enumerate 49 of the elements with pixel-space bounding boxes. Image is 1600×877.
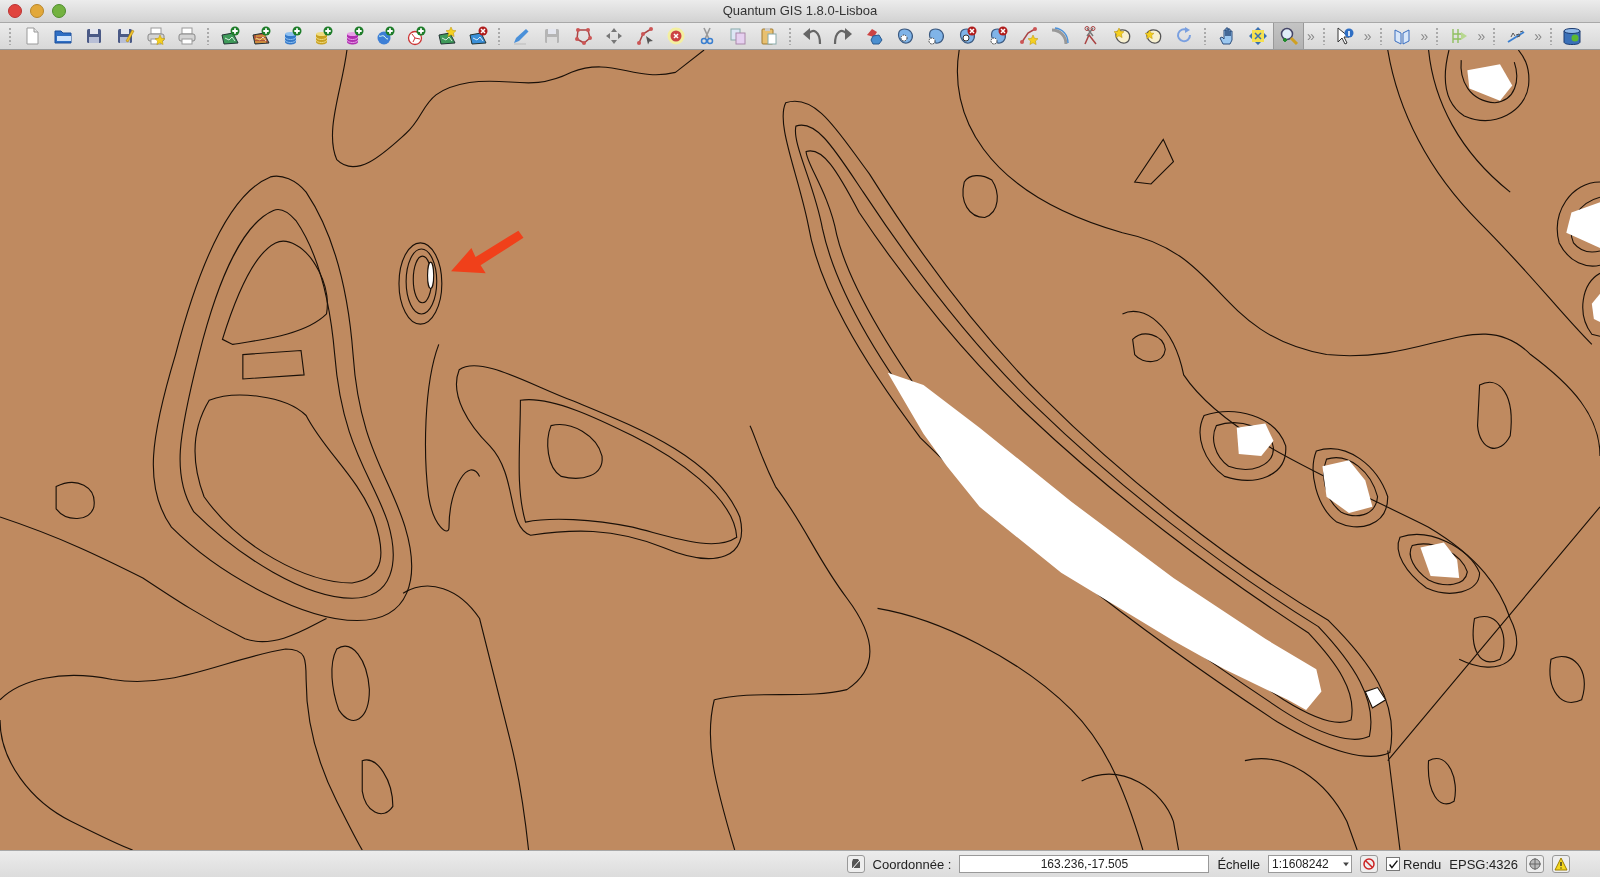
overflow-chevron[interactable]: » — [1474, 23, 1489, 49]
database-icon — [1562, 26, 1583, 46]
offset-curve-icon — [1049, 26, 1070, 46]
database-plus-icon — [312, 26, 333, 46]
polygon-part-delete-icon — [987, 26, 1008, 46]
zoom-icon — [1278, 26, 1299, 46]
reshape-star-icon — [1018, 26, 1039, 46]
warning-icon — [1554, 857, 1568, 871]
printer-star-icon — [145, 26, 166, 46]
copy-icon — [727, 26, 748, 46]
warning-button[interactable] — [1552, 855, 1570, 873]
projection-button[interactable] — [1526, 855, 1544, 873]
polygon-part-icon — [925, 26, 946, 46]
scale-combobox[interactable]: 1:1608242 — [1268, 855, 1353, 873]
checkbox[interactable] — [1386, 857, 1401, 871]
coordinate-label: Coordonnée : — [872, 856, 952, 872]
globe-plus-icon — [405, 26, 426, 46]
crs-label[interactable]: EPSG:4326 — [1449, 856, 1518, 872]
zoom-button[interactable] — [52, 4, 66, 18]
scale-label: Échelle — [1217, 856, 1261, 872]
zoom-button[interactable] — [1273, 23, 1304, 49]
polygon-nodes-icon — [572, 26, 593, 46]
database-plus-icon — [281, 26, 302, 46]
extent-arrows-icon — [1247, 26, 1268, 46]
minimize-button[interactable] — [30, 4, 44, 18]
overflow-chevron[interactable]: » — [1360, 23, 1375, 49]
book-icon — [1392, 26, 1413, 46]
merge-star-icon — [1142, 26, 1163, 46]
database-plus-icon — [343, 26, 364, 46]
merge-star-icon — [1111, 26, 1132, 46]
printer-icon — [176, 26, 197, 46]
layer-remove-icon — [467, 26, 488, 46]
cursor-info-icon — [1335, 26, 1356, 46]
coordinate-field[interactable]: 163.236,-17.505 — [959, 855, 1210, 873]
delete-icon — [665, 26, 686, 46]
overflow-chevron[interactable]: » — [1417, 23, 1432, 49]
redo-icon — [832, 26, 853, 46]
undo-icon — [801, 26, 822, 46]
raster-layer-plus-icon — [250, 26, 271, 46]
layer-star-icon — [436, 26, 457, 46]
node-tool-icon — [634, 26, 655, 46]
window-title: Quantum GIS 1.8.0-Lisboa — [722, 3, 878, 18]
close-button[interactable] — [8, 4, 22, 18]
clipboard-icon — [758, 26, 779, 46]
overflow-chevron[interactable]: » — [1531, 23, 1545, 49]
render-checkbox[interactable]: Rendu — [1386, 856, 1442, 872]
crosshair-globe-icon — [1528, 857, 1542, 871]
layer-plus-icon — [219, 26, 240, 46]
overflow-chevron[interactable]: » — [1304, 23, 1318, 49]
